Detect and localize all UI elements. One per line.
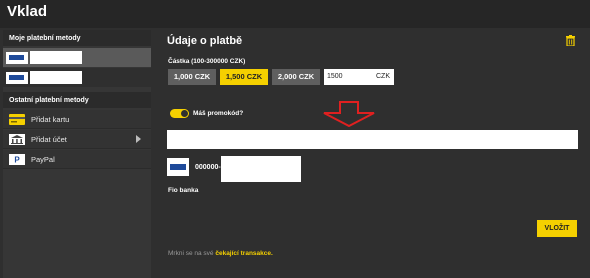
arrow-down-icon xyxy=(323,101,375,127)
note-text: Mrkni se na své xyxy=(168,250,214,257)
deposit-button[interactable]: VLOŽIT xyxy=(537,220,577,237)
sidebar-item-add-account[interactable]: Přidat účet xyxy=(3,130,151,149)
promo-code-input[interactable] xyxy=(167,130,578,149)
page-title: Vklad xyxy=(7,3,48,20)
amount-option-1000[interactable]: 1,000 CZK xyxy=(168,69,216,85)
chevron-right-icon xyxy=(136,135,141,143)
bank-icon xyxy=(9,134,25,145)
masked-account xyxy=(30,51,82,64)
sidebar-item-paypal[interactable]: P PayPal xyxy=(3,150,151,169)
sidebar-item-label: PayPal xyxy=(31,155,55,164)
promo-toggle[interactable] xyxy=(170,109,189,118)
bank-logo-icon xyxy=(6,52,28,64)
amount-input[interactable]: 1500 CZK xyxy=(324,69,394,85)
bank-name: Fio banka xyxy=(168,187,199,194)
saved-method-1[interactable] xyxy=(3,48,151,67)
amount-label: Částka (100-300000 CZK) xyxy=(168,58,246,65)
amount-option-2000[interactable]: 2,000 CZK xyxy=(272,69,320,85)
pending-transactions-link[interactable]: čekající transakce. xyxy=(215,250,272,257)
card-icon xyxy=(9,114,25,125)
sidebar: Moje platební metody Ostatní platební me… xyxy=(3,30,151,278)
amount-currency: CZK xyxy=(376,73,390,80)
account-number-mask xyxy=(221,156,301,182)
amount-option-1500[interactable]: 1,500 CZK xyxy=(220,69,268,85)
payment-details-title: Údaje o platbě xyxy=(167,35,243,47)
my-methods-heading: Moje platební metody xyxy=(3,30,151,46)
top-bar: Vklad xyxy=(0,0,590,28)
bank-logo-icon xyxy=(167,158,189,176)
bank-logo-icon xyxy=(6,72,28,84)
pending-note: Mrkni se na své čekající transakce. xyxy=(168,250,273,257)
sidebar-item-label: Přidat kartu xyxy=(31,115,70,124)
amount-value: 1500 xyxy=(327,73,343,80)
masked-account xyxy=(30,71,82,84)
svg-text:P: P xyxy=(14,156,20,165)
sidebar-item-add-card[interactable]: Přidat kartu xyxy=(3,110,151,129)
other-methods-heading: Ostatní platební metody xyxy=(3,92,151,108)
saved-method-2[interactable] xyxy=(3,68,151,87)
paypal-icon: P xyxy=(9,154,25,165)
account-number: 000000- xyxy=(195,164,221,171)
trash-icon[interactable] xyxy=(566,35,575,46)
promo-label: Máš promokód? xyxy=(193,110,244,117)
sidebar-item-label: Přidat účet xyxy=(31,135,67,144)
